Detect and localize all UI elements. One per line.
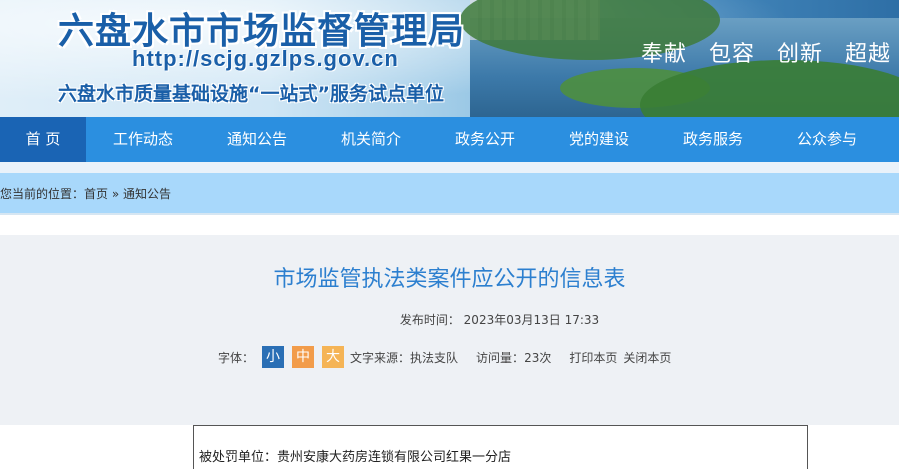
- publish-info: 发布时间： 2023年03月13日 17:33: [0, 311, 899, 328]
- font-large-button[interactable]: 大: [322, 346, 345, 368]
- nav-notices[interactable]: 通知公告: [200, 117, 314, 162]
- nav-spacer: [0, 162, 899, 173]
- close-page-link[interactable]: 关闭本页: [623, 349, 671, 366]
- header-banner: 六盘水市市场监督管理局 http://scjg.gzlps.gov.cn 六盘水…: [0, 0, 899, 117]
- breadcrumb-home-link[interactable]: 首页: [84, 187, 108, 201]
- slogan: 奉献 包容 创新 超越: [627, 36, 891, 68]
- article-header: 市场监管执法类案件应公开的信息表 发布时间： 2023年03月13日 17:33…: [0, 235, 899, 425]
- views-value: 23次: [524, 350, 552, 365]
- nav-about[interactable]: 机关简介: [314, 117, 428, 162]
- site-url: http://scjg.gzlps.gov.cn: [132, 46, 399, 71]
- penalized-value: 贵州安康大药房连锁有限公司红果一分店: [277, 450, 512, 465]
- slogan-word: 超越: [844, 42, 891, 67]
- slogan-word: 创新: [776, 42, 823, 67]
- nav-gov-affairs[interactable]: 政务公开: [428, 117, 542, 162]
- breadcrumb-separator: »: [111, 187, 120, 201]
- breadcrumb: 您当前的位置：首页 » 通知公告: [0, 173, 899, 215]
- source-label: 文字来源：: [350, 350, 411, 365]
- font-size-label: 字体：: [218, 350, 255, 365]
- nav-gov-services[interactable]: 政务服务: [656, 117, 770, 162]
- font-medium-button[interactable]: 中: [292, 346, 315, 368]
- info-table: 被处罚单位：贵州安康大药房连锁有限公司红果一分店: [193, 425, 808, 469]
- nav-work-news[interactable]: 工作动态: [86, 117, 200, 162]
- slogan-word: 奉献: [640, 42, 687, 67]
- breadcrumb-current-link[interactable]: 通知公告: [123, 187, 171, 201]
- article-meta: 字体： 小 中 大 文字来源： 执法支队 访问量： 23次 打印本页 关闭本页: [218, 345, 671, 369]
- content-spacer: [0, 215, 899, 235]
- site-subtitle: 六盘水市质量基础设施“一站式”服务试点单位: [58, 83, 444, 105]
- source-value: 执法支队: [410, 350, 459, 365]
- main-nav: 首 页 工作动态 通知公告 机关简介 政务公开 党的建设 政务服务 公众参与: [0, 117, 899, 162]
- publish-label: 发布时间：: [399, 313, 460, 327]
- font-small-button[interactable]: 小: [262, 346, 285, 368]
- nav-public-participation[interactable]: 公众参与: [770, 117, 884, 162]
- nav-home[interactable]: 首 页: [0, 117, 86, 162]
- penalized-label: 被处罚单位：: [199, 450, 278, 465]
- print-page-link[interactable]: 打印本页: [569, 349, 617, 366]
- slogan-word: 包容: [708, 42, 755, 67]
- publish-time: 2023年03月13日 17:33: [463, 313, 600, 327]
- table-row: 被处罚单位：贵州安康大药房连锁有限公司红果一分店: [199, 446, 511, 465]
- nav-party-building[interactable]: 党的建设: [542, 117, 656, 162]
- views-label: 访问量：: [476, 350, 525, 365]
- article-title: 市场监管执法类案件应公开的信息表: [273, 267, 626, 292]
- breadcrumb-prefix: 您当前的位置：: [0, 187, 85, 201]
